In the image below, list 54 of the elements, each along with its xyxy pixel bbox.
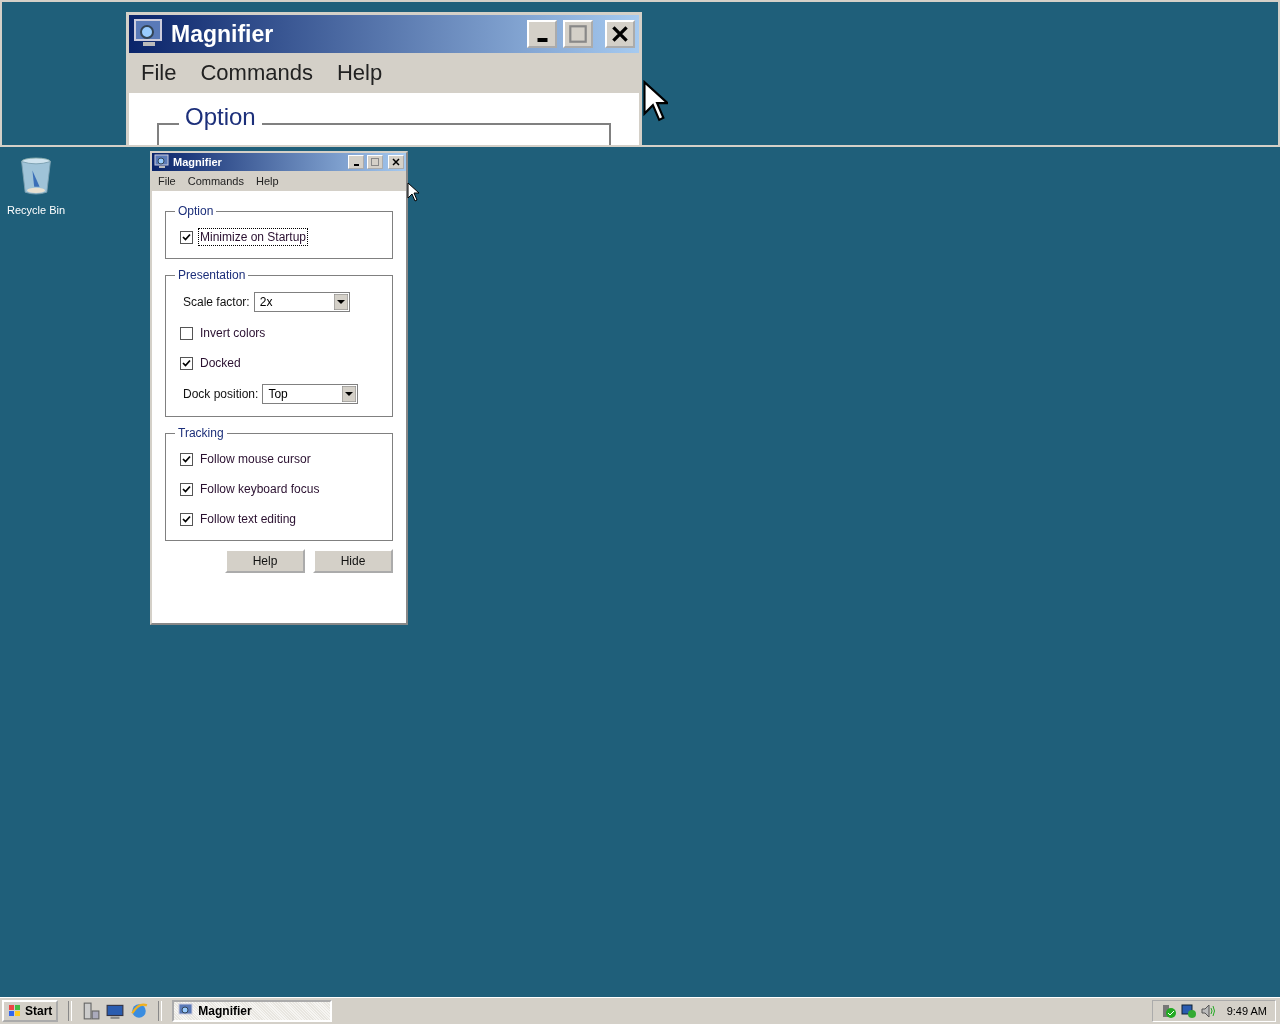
menu-item[interactable]: Help [256,175,279,187]
menu-item[interactable]: File [158,175,176,187]
menu-item[interactable]: File [141,60,177,86]
caret-icon [342,386,357,402]
checkbox-label[interactable]: Docked [198,354,243,372]
monitor-icon[interactable] [106,1002,125,1020]
magnifier-app-icon [154,154,170,170]
field-label: Dock position: [183,387,259,401]
clock: 9:49 AM [1226,1005,1267,1017]
close-icon [609,23,631,45]
minimize-button[interactable] [348,155,364,169]
checkbox[interactable] [180,452,193,466]
menu-item[interactable]: Commands [187,175,244,187]
close-button[interactable] [388,155,404,169]
close-button[interactable] [605,20,635,48]
group-label: Presentation [175,268,249,282]
checkbox[interactable] [180,356,193,370]
checkbox[interactable] [180,512,193,526]
maximize-button[interactable] [563,20,593,48]
dropdown[interactable]: Top [262,384,359,404]
start-button[interactable]: Start [2,1000,59,1022]
field-label: Scale factor: [183,295,250,309]
server-manager-icon[interactable] [82,1002,101,1020]
checkbox[interactable] [180,326,193,340]
volume-icon[interactable] [1200,1003,1217,1019]
checkbox[interactable] [180,230,193,244]
taskbar-button[interactable]: Magnifier [172,1000,333,1022]
windows-logo-icon [8,1004,22,1018]
minimize-icon [536,38,548,42]
checkbox[interactable] [180,482,193,496]
checkbox-label[interactable]: Follow mouse cursor [198,450,313,468]
security-shield-icon[interactable] [1160,1003,1177,1019]
checkbox-label[interactable]: Invert colors [198,324,268,342]
minimize-icon [353,164,359,166]
checkbox-label[interactable]: Minimize on Startup [198,228,309,246]
caret-icon [333,294,348,310]
dropdown[interactable]: 2x [253,292,350,312]
dialog-button[interactable]: Help [225,549,305,573]
desktop-icon-label[interactable]: Recycle Bin [6,204,66,216]
checkbox-label[interactable]: Follow keyboard focus [198,480,322,498]
recycle-bin-icon[interactable] [18,154,54,198]
maximize-icon [567,23,589,45]
minimize-button[interactable] [527,20,557,48]
checkbox-label[interactable]: Follow text editing [198,510,299,528]
menu-item[interactable]: Help [336,60,383,86]
maximize-icon [370,157,380,167]
group-label: Option [175,204,217,218]
menu-item[interactable]: Commands [200,60,313,86]
group-label: Tracking [175,426,227,440]
close-icon [391,157,401,167]
dialog-button[interactable]: Hide [313,549,393,573]
network-icon[interactable] [1180,1003,1197,1019]
window-title: Magnifier [171,20,274,48]
window-title: Magnifier [173,156,222,168]
